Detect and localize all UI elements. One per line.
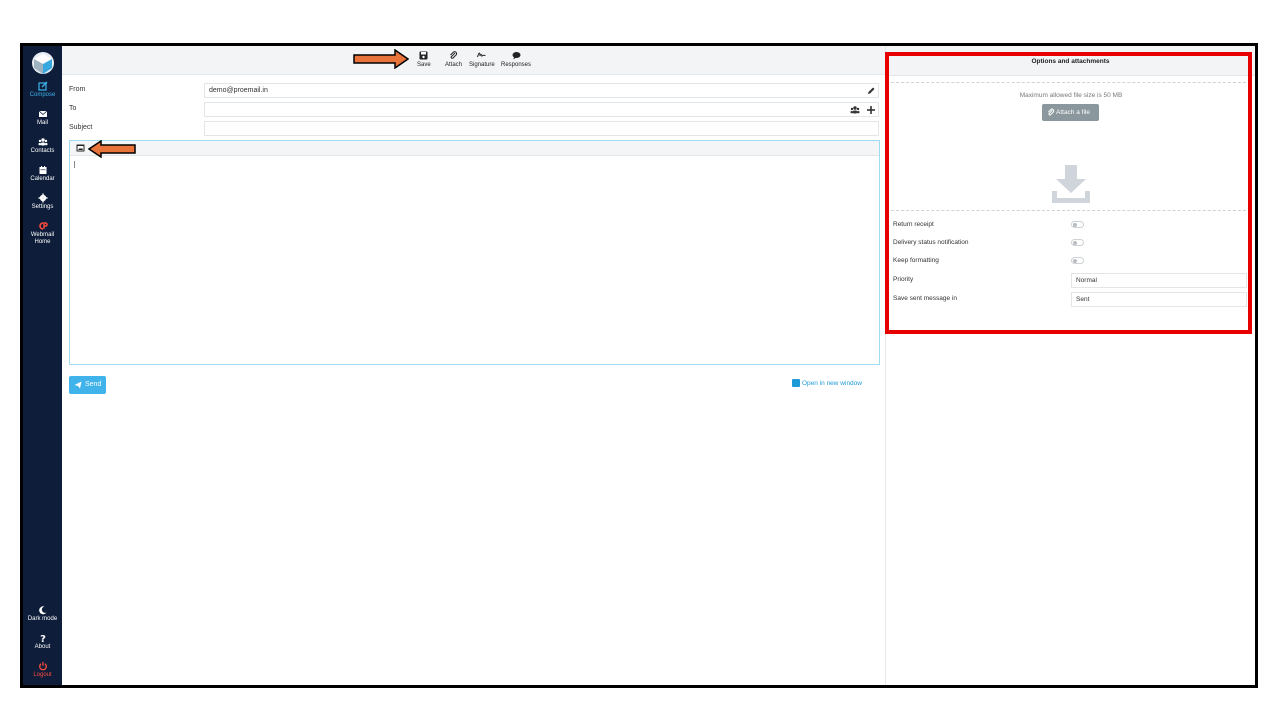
sidebar-item-label: Dark mode	[27, 616, 58, 622]
sidebar-item-label: About	[34, 644, 51, 650]
responses-label: Responses	[501, 62, 532, 68]
sidebar-item-label: Compose	[29, 92, 56, 98]
sidebar-item-compose[interactable]: Compose	[23, 78, 62, 106]
sidebar-item-webmail-home[interactable]: Webmail Home	[23, 218, 62, 254]
cpanel-icon	[38, 222, 48, 230]
external-window-icon	[792, 379, 800, 387]
open-in-new-window-link[interactable]: Open in new window	[792, 379, 862, 387]
sidebar-item-about[interactable]: ? About	[23, 630, 62, 658]
signature-label: Signature	[469, 62, 495, 68]
envelope-icon	[38, 110, 47, 117]
roundcube-logo-icon	[32, 52, 54, 74]
sidebar-item-label: Settings	[31, 204, 54, 210]
address-book-icon[interactable]	[850, 105, 860, 115]
subject-field[interactable]	[204, 121, 879, 136]
signature-button[interactable]: Signature	[469, 51, 495, 68]
add-header-plus-icon[interactable]	[866, 105, 876, 115]
sidebar-item-label: Webmail Home	[30, 232, 55, 245]
gear-icon	[38, 193, 47, 203]
message-body-editor[interactable]	[69, 140, 880, 365]
attach-button[interactable]: Attach	[445, 51, 462, 68]
question-icon: ?	[40, 634, 46, 643]
save-button[interactable]: Save	[417, 51, 431, 68]
calendar-icon	[39, 166, 46, 174]
sidebar-item-mail[interactable]: Mail	[23, 106, 62, 134]
sidebar-item-label: Calendar	[30, 176, 55, 182]
annotation-arrow-right	[353, 49, 409, 69]
moon-icon	[38, 606, 46, 615]
sidebar-item-label: Mail	[36, 120, 48, 126]
users-icon	[38, 138, 47, 146]
from-field[interactable]: demo@proemail.in	[204, 83, 879, 98]
highlight-box	[885, 52, 1252, 334]
sidebar-item-settings[interactable]: Settings	[23, 190, 62, 218]
comment-icon	[512, 52, 521, 60]
send-button[interactable]: Send	[69, 376, 106, 394]
to-label: To	[69, 105, 77, 112]
send-label: Send	[85, 381, 102, 388]
subject-label: Subject	[69, 124, 93, 131]
text-cursor	[74, 161, 75, 168]
to-field[interactable]	[204, 102, 879, 117]
annotation-arrow-left	[88, 140, 136, 158]
editor-type-toggle-icon[interactable]	[76, 144, 85, 152]
sidebar-item-label: Logout	[33, 672, 52, 678]
attach-label: Attach	[445, 62, 463, 68]
sidebar-item-calendar[interactable]: Calendar	[23, 162, 62, 190]
sidebar-item-logout[interactable]: Logout	[23, 658, 62, 685]
open-in-new-window-label: Open in new window	[802, 380, 862, 387]
compose-icon	[37, 81, 47, 91]
responses-button[interactable]: Responses	[501, 51, 531, 68]
pencil-icon[interactable]	[866, 86, 876, 96]
sidebar: Compose Mail Contacts Calendar Settings …	[23, 46, 62, 685]
floppy-disk-icon	[419, 51, 428, 60]
paperclip-icon	[450, 51, 458, 59]
sidebar-item-dark-mode[interactable]: Dark mode	[23, 602, 62, 630]
from-label: From	[69, 86, 86, 93]
paper-plane-icon	[74, 381, 82, 389]
sidebar-item-label: Contacts	[30, 148, 55, 154]
compose-toolbar: Save Attach Signature Responses	[62, 46, 885, 75]
svg-text:?: ?	[40, 634, 46, 643]
sidebar-item-contacts[interactable]: Contacts	[23, 134, 62, 162]
power-icon	[38, 661, 47, 671]
save-label: Save	[417, 62, 431, 68]
signature-icon	[477, 52, 486, 58]
editor-toolbar	[70, 141, 879, 156]
